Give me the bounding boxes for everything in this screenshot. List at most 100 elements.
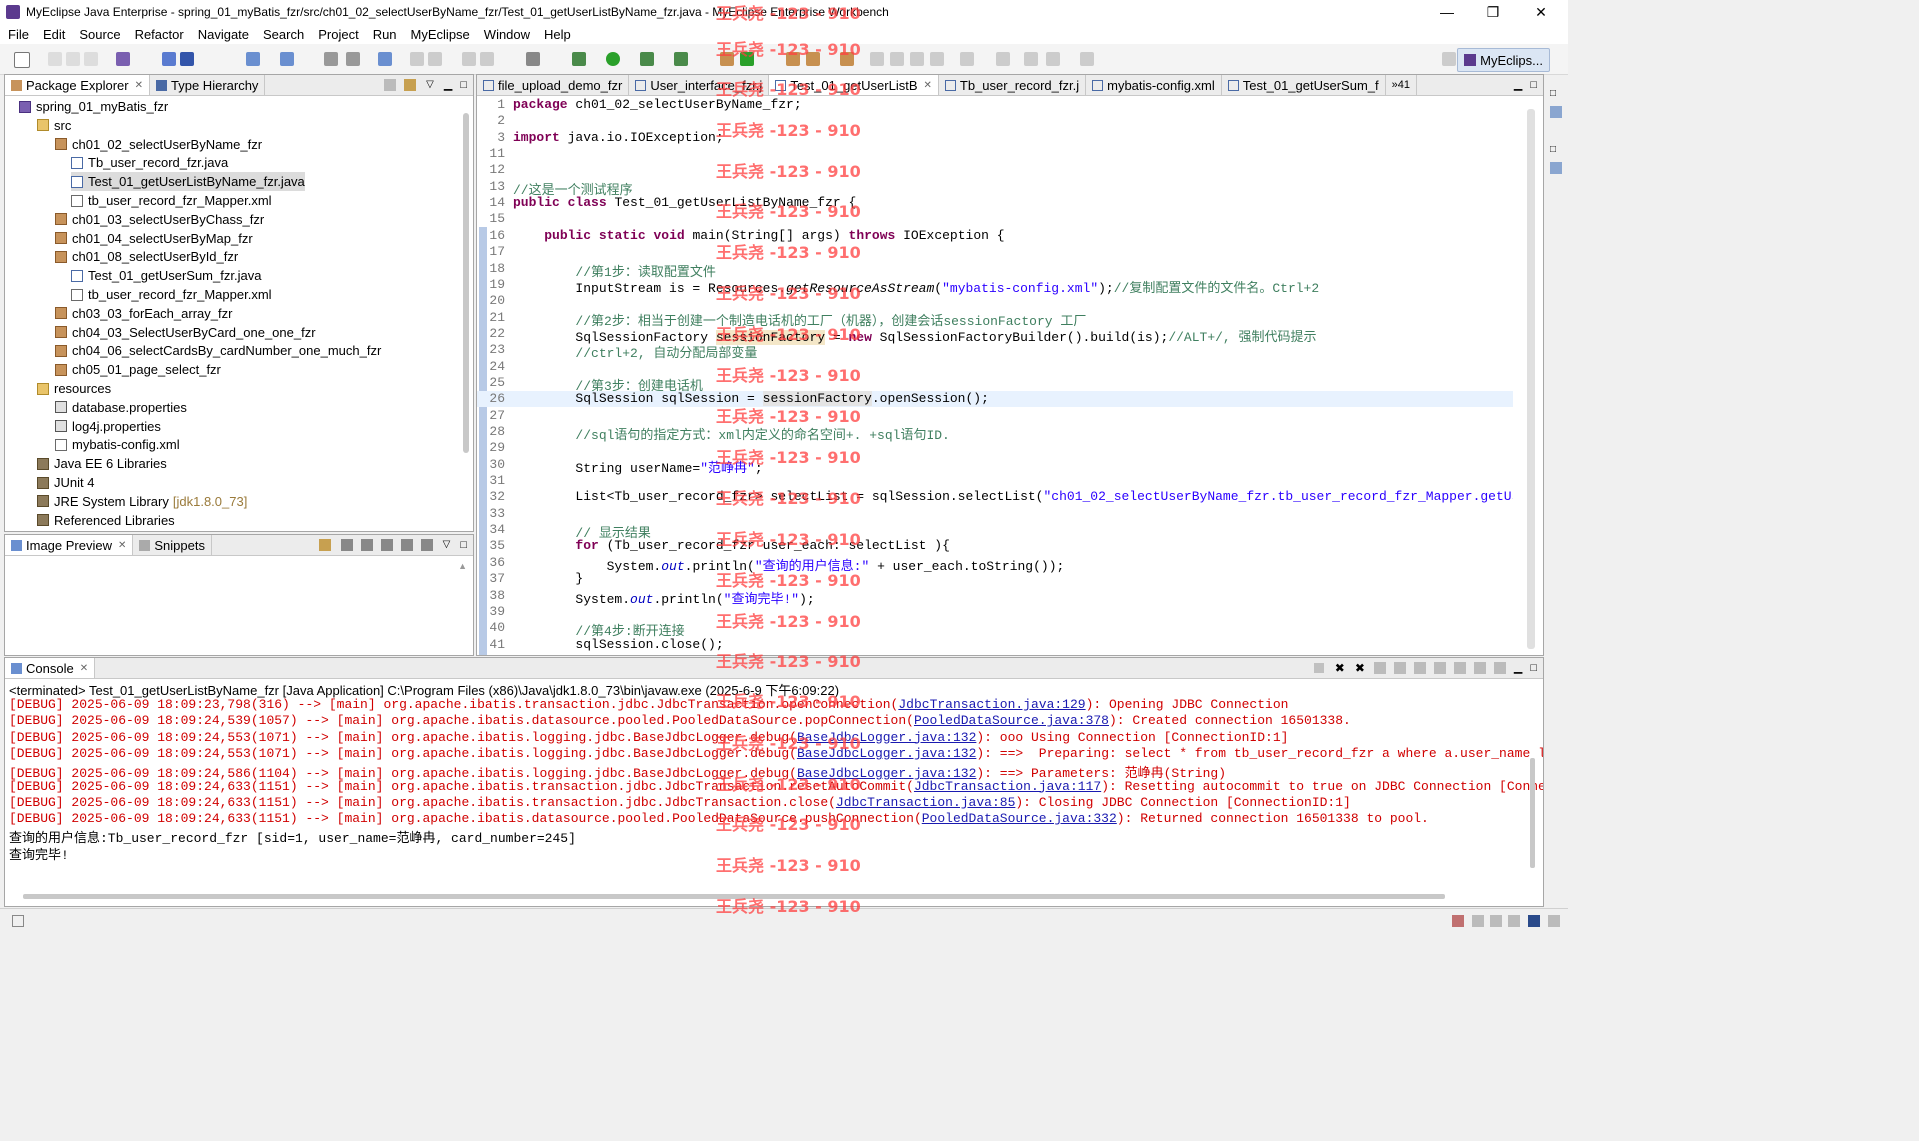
maximize-view-icon[interactable]: □ [1530,658,1537,678]
menu-edit[interactable]: Edit [35,27,71,42]
tree-item[interactable]: ch05_01_page_select_fzr [55,360,221,379]
view-menu-icon[interactable]: ▽ [426,75,434,95]
forward-icon[interactable] [1080,52,1094,66]
stack-link[interactable]: JdbcTransaction.java:85 [836,795,1015,810]
tree-item[interactable]: Referenced Libraries [37,511,175,530]
zoom-fit-icon[interactable] [340,539,353,551]
task-list-icon[interactable] [1550,162,1562,174]
editor-scrollbar[interactable] [1527,109,1535,649]
collapse-all-icon[interactable] [384,79,397,91]
open-console-icon[interactable] [1493,662,1506,674]
coverage-icon[interactable] [640,52,654,66]
tree-item[interactable]: spring_01_myBatis_fzr [19,97,168,116]
open-type-icon[interactable] [162,52,176,66]
tab-snippets[interactable]: Snippets [133,535,212,555]
tree-item[interactable]: ch04_06_selectCardsBy_cardNumber_one_muc… [55,341,381,360]
console-view-icon[interactable] [1528,915,1540,927]
editor-tab[interactable]: mybatis-config.xml [1086,75,1222,95]
stack-link[interactable]: JdbcTransaction.java:129 [898,697,1085,712]
console-vscrollbar[interactable] [1530,758,1535,868]
tree-item[interactable]: resources [37,379,111,398]
toggle-icon[interactable] [410,52,424,66]
prev-annotation-icon[interactable] [996,52,1010,66]
tasks-icon[interactable] [1472,915,1484,927]
minimize-view-icon[interactable]: ▁ [1514,75,1522,95]
restore2-icon[interactable]: □ [1550,144,1556,155]
pencil-icon[interactable] [890,52,904,66]
restore-icon[interactable]: □ [1550,88,1556,99]
refresh-icon[interactable] [318,539,331,551]
stack-link[interactable]: JdbcTransaction.java:117 [914,779,1101,794]
last-edit-icon[interactable] [1024,52,1038,66]
minimize-button[interactable]: — [1424,0,1470,24]
annotation-icon[interactable] [870,52,884,66]
print-icon[interactable] [84,52,98,66]
maximize-view-icon[interactable]: □ [1530,75,1537,95]
maximize-view-icon[interactable]: □ [460,75,467,95]
tree-item[interactable]: ch01_02_selectUserByName_fzr [55,135,262,154]
minimize-view-icon[interactable]: ▁ [444,75,452,95]
menu-run[interactable]: Run [365,27,403,42]
code-editor[interactable]: 1 package ch01_02_selectUserByName_fzr; 2 3… [477,96,1513,655]
new-icon[interactable] [14,52,30,68]
tree-item[interactable]: ch04_03_SelectUserByCard_one_one_fzr [55,323,316,342]
deploy-icon[interactable] [246,52,260,66]
menu-project[interactable]: Project [310,27,364,42]
open-perspective-icon[interactable] [1442,52,1456,66]
tab-console[interactable]: Console ✕ [5,658,96,678]
toggle2-icon[interactable] [428,52,442,66]
editor-tab[interactable]: file_upload_demo_fzr [477,75,630,95]
web-browser-icon[interactable] [378,52,392,66]
stack-link[interactable]: PooledDataSource.java:332 [922,811,1117,826]
stack-link[interactable]: PooledDataSource.java:378 [914,713,1109,728]
tree-scrollbar[interactable] [463,113,469,453]
tree-item[interactable]: src [37,116,71,135]
show-whitespace-icon[interactable] [930,52,944,66]
menu-file[interactable]: File [0,27,35,42]
tree-item[interactable]: JRE System Library [jdk1.8.0_73] [37,492,247,511]
fast-view-icon[interactable] [12,915,24,927]
web-icon[interactable] [1548,915,1560,927]
new-project-icon[interactable] [116,52,130,66]
tab-type-hierarchy[interactable]: Type Hierarchy [150,75,266,95]
open-resource-icon[interactable] [180,52,194,66]
tree-item[interactable]: Test_01_getUserListByName_fzr.java [71,172,305,192]
menu-refactor[interactable]: Refactor [127,27,190,42]
scroll-lock-icon[interactable] [1393,662,1406,674]
back-icon[interactable] [1046,52,1060,66]
remove-all-icon[interactable]: ✖ [1355,658,1365,678]
menu-search[interactable]: Search [255,27,310,42]
link-with-editor-icon[interactable] [404,79,417,91]
fit-window-icon[interactable] [420,539,433,551]
show-on-output-icon[interactable] [1433,662,1446,674]
clean-icon[interactable] [346,52,360,66]
mark2-icon[interactable] [480,52,494,66]
tree-item[interactable]: tb_user_record_fzr_Mapper.xml [71,285,272,304]
view-menu-icon[interactable]: ▽ [443,535,451,555]
terminate-icon[interactable] [1313,663,1324,673]
tree-item[interactable]: database.properties [55,398,187,417]
build-icon[interactable] [324,52,338,66]
tree-item[interactable]: ch01_08_selectUserById_fzr [55,247,238,266]
actual-size-icon[interactable] [400,539,413,551]
scroll-up-icon[interactable]: ▲ [458,561,467,571]
tree-item[interactable]: mybatis-config.xml [55,435,180,454]
zoom-out-icon[interactable] [360,539,373,551]
tab-package-explorer[interactable]: Package Explorer ✕ [5,75,151,95]
tree-item[interactable]: ch01_04_selectUserByMap_fzr [55,229,253,248]
outline-icon[interactable] [1550,106,1562,118]
problems-icon[interactable] [1452,915,1464,927]
tree-item[interactable]: Test_01_getUserSum_fzr.java [71,266,261,285]
menu-myeclipse[interactable]: MyEclipse [403,27,476,42]
tree-item[interactable]: ch01_03_selectUserByChass_fzr [55,210,264,229]
pin-console-icon[interactable] [1453,662,1466,674]
editor-tab[interactable]: Tb_user_record_fzr.j [939,75,1087,95]
tree-item[interactable]: JUnit 4 [37,473,94,492]
save-all-icon[interactable] [66,52,80,66]
zoom-in-icon[interactable] [380,539,393,551]
close-icon[interactable]: ✕ [924,80,932,91]
debug-icon[interactable] [572,52,586,66]
close-icon[interactable]: ✕ [80,663,88,674]
external-tools-icon[interactable] [674,52,688,66]
tree-item[interactable]: Tb_user_record_fzr.java [71,153,228,172]
